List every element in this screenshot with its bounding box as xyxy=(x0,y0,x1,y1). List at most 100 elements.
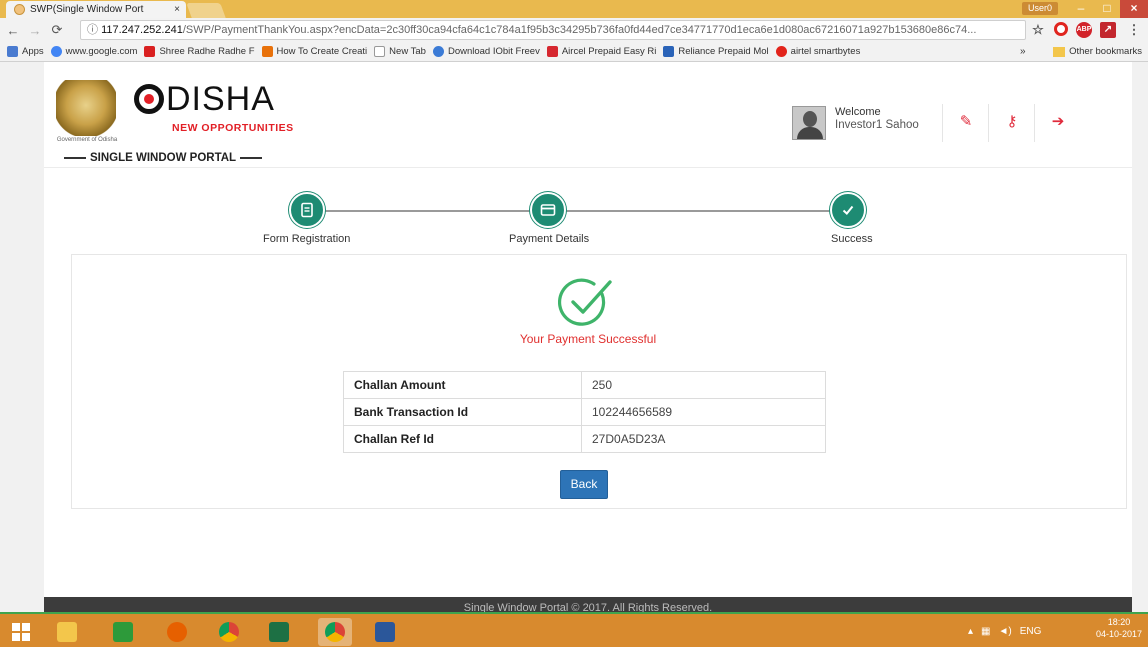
browser-tab[interactable]: SWP(Single Window Port × xyxy=(6,1,186,18)
browser-title-bar: SWP(Single Window Port × User0 – □ × xyxy=(0,0,1148,18)
taskbar-file-explorer[interactable] xyxy=(50,618,84,646)
menu-icon[interactable]: ⋮ xyxy=(1126,22,1142,38)
network-icon[interactable]: ▦ xyxy=(981,626,990,637)
new-tab-button[interactable] xyxy=(186,3,226,18)
bookmark-apps[interactable]: Apps xyxy=(7,46,44,57)
tab-title: SWP(Single Window Port xyxy=(30,4,144,15)
taskbar-clock[interactable]: 18:20 04-10-2017 xyxy=(1090,616,1148,640)
payment-info-table: Challan Amount 250 Bank Transaction Id 1… xyxy=(343,371,826,453)
excel-icon xyxy=(269,622,289,642)
success-message: Your Payment Successful xyxy=(519,332,657,346)
bookmark-how-to-create[interactable]: How To Create Creati xyxy=(261,46,367,57)
address-bar[interactable]: ⓘ 117.247.252.241/SWP/PaymentThankYou.as… xyxy=(80,20,1026,40)
taskbar-chrome-active[interactable] xyxy=(318,618,352,646)
emblem-caption: Government of Odisha xyxy=(56,137,118,143)
folder-icon xyxy=(1053,46,1066,57)
site-header: Government of Odisha DISHA NEW OPPORTUNI… xyxy=(44,62,1132,168)
challan-amount-label: Challan Amount xyxy=(343,371,582,399)
profile-chip[interactable]: User0 xyxy=(1022,2,1058,15)
portal-dash-left xyxy=(64,157,86,159)
google-icon xyxy=(50,46,62,57)
taskbar-chrome[interactable] xyxy=(212,618,246,646)
welcome-block: Welcome Investor1 Sahoo xyxy=(835,106,919,132)
taskbar-excel[interactable] xyxy=(262,618,296,646)
logout-icon[interactable]: ➔ xyxy=(1048,112,1068,132)
star-icon[interactable]: ☆ xyxy=(1030,22,1046,38)
portal-name: SINGLE WINDOW PORTAL xyxy=(60,152,266,164)
tray-arrow-icon[interactable]: ▴ xyxy=(968,626,973,637)
close-window-button[interactable]: × xyxy=(1120,0,1148,18)
bookmark-aircel[interactable]: Aircel Prepaid Easy Ri xyxy=(546,46,656,57)
table-row: Bank Transaction Id 102244656589 xyxy=(343,398,826,426)
edit-profile-icon[interactable]: ✎ xyxy=(956,112,976,132)
odisha-logo-icon[interactable] xyxy=(134,84,164,114)
success-check-icon xyxy=(558,276,614,331)
chrome-icon xyxy=(219,622,239,642)
page-gutter-left xyxy=(0,62,44,612)
other-bookmarks[interactable]: Other bookmarks xyxy=(1053,46,1142,57)
clock-time: 18:20 xyxy=(1107,617,1131,627)
taskbar-firefox[interactable] xyxy=(160,618,194,646)
bookmark-new-tab[interactable]: New Tab xyxy=(374,46,426,57)
taskbar-store[interactable] xyxy=(106,618,140,646)
bookmark-iobit[interactable]: Download IObit Freev xyxy=(432,46,540,57)
change-password-key-icon[interactable]: ⚷ xyxy=(1002,112,1022,132)
bank-transaction-id-value: 102244656589 xyxy=(581,398,826,426)
minimize-button[interactable]: – xyxy=(1068,0,1094,18)
step-label-success: Success xyxy=(831,233,873,245)
card-icon xyxy=(540,204,556,216)
opera-icon[interactable] xyxy=(1054,22,1068,36)
welcome-label: Welcome xyxy=(835,106,881,118)
pdf-icon[interactable]: ↗ xyxy=(1100,22,1116,38)
portal-dash-right xyxy=(240,157,263,159)
page-content: Government of Odisha DISHA NEW OPPORTUNI… xyxy=(44,62,1132,612)
step-payment-details xyxy=(530,192,566,228)
odisha-emblem-icon xyxy=(56,80,116,136)
header-divider xyxy=(942,104,943,142)
step-label-payment-details: Payment Details xyxy=(509,233,590,245)
bookmark-reliance[interactable]: Reliance Prepaid Mol xyxy=(663,46,769,57)
bookmark-airtel[interactable]: airtel smartbytes xyxy=(775,46,860,57)
scrollbar[interactable] xyxy=(1132,62,1148,612)
table-row: Challan Amount 250 xyxy=(343,371,826,399)
header-divider xyxy=(988,104,989,142)
bookmark-google[interactable]: www.google.com xyxy=(50,46,137,57)
step-success xyxy=(830,192,866,228)
logo-tagline: NEW OPPORTUNITIES xyxy=(172,122,294,134)
bank-transaction-id-label: Bank Transaction Id xyxy=(343,398,582,426)
store-icon xyxy=(113,622,133,642)
windows-start-icon[interactable] xyxy=(12,623,30,641)
apps-grid-icon xyxy=(7,46,18,57)
language-indicator[interactable]: ENG xyxy=(1020,626,1042,637)
reload-icon[interactable]: ⟳ xyxy=(48,22,66,38)
youtube-icon xyxy=(144,46,156,57)
back-arrow-icon[interactable]: ← xyxy=(4,23,22,38)
adblock-icon[interactable]: ABP xyxy=(1076,22,1092,38)
chrome-icon xyxy=(325,622,345,642)
volume-icon[interactable]: ◄) xyxy=(998,626,1011,637)
site-footer: Single Window Portal © 2017. All Rights … xyxy=(44,597,1132,612)
bookmark-radhe[interactable]: Shree Radhe Radhe F xyxy=(144,46,255,57)
info-icon: ⓘ xyxy=(87,24,102,36)
challan-ref-id-label: Challan Ref Id xyxy=(343,425,582,453)
url-path: /SWP/PaymentThankYou.aspx?encData=2c30ff… xyxy=(182,24,977,36)
bookmarks-bar: Apps www.google.com Shree Radhe Radhe F … xyxy=(0,42,1148,62)
windows-taskbar: ▴ ▦ ◄) ENG 18:20 04-10-2017 xyxy=(0,612,1148,647)
tab-close-icon[interactable]: × xyxy=(174,4,180,15)
challan-ref-id-value: 27D0A5D23A xyxy=(581,425,826,453)
browser-toolbar: ← → ⟳ ⓘ 117.247.252.241/SWP/PaymentThank… xyxy=(0,18,1148,42)
avatar[interactable] xyxy=(792,106,826,140)
step-label-form-registration: Form Registration xyxy=(263,233,351,245)
back-button[interactable]: Back xyxy=(560,470,608,499)
word-icon xyxy=(375,622,395,642)
logo-wordmark[interactable]: DISHA xyxy=(166,80,275,118)
taskbar-word[interactable] xyxy=(368,618,402,646)
page-icon xyxy=(374,46,386,57)
form-icon xyxy=(301,202,313,218)
maximize-button[interactable]: □ xyxy=(1094,0,1120,18)
step-form-registration xyxy=(289,192,325,228)
forward-arrow-icon[interactable]: → xyxy=(26,23,44,38)
challan-amount-value: 250 xyxy=(581,371,826,399)
more-bookmarks-icon[interactable]: » xyxy=(1020,46,1026,57)
airtel-icon xyxy=(775,46,787,57)
